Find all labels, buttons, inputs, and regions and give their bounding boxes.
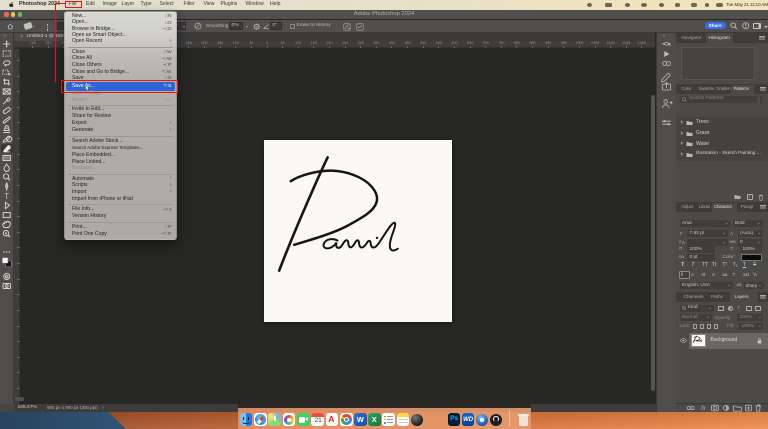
svg-text:fx: fx [701, 406, 707, 412]
svg-text:T: T [4, 192, 9, 201]
